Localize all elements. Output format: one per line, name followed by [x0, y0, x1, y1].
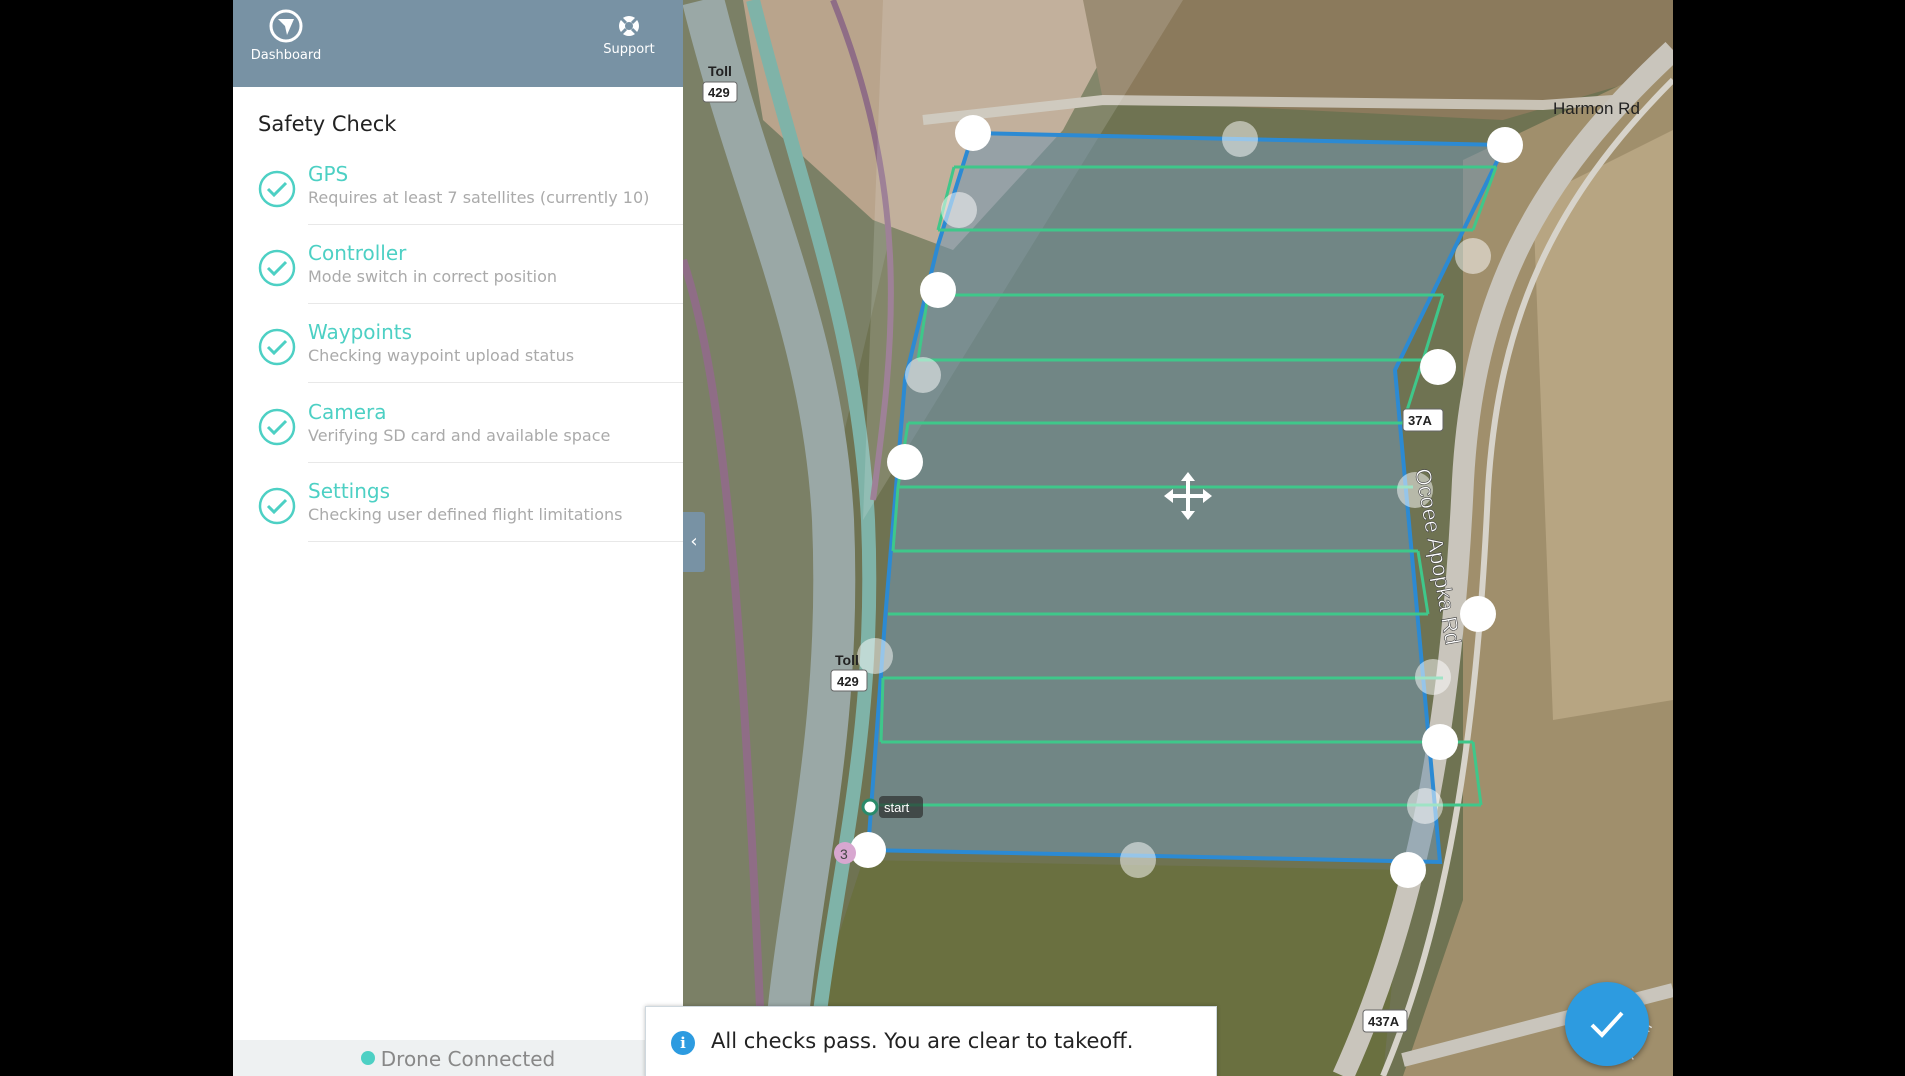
check-description: Checking user defined flight limitations — [308, 505, 623, 524]
vertex-handle — [887, 444, 923, 480]
route-429-top: 429 — [708, 85, 730, 100]
dashboard-icon — [269, 9, 303, 43]
vertex-handle — [1422, 724, 1458, 760]
check-circle-icon — [258, 487, 296, 525]
check-title: Waypoints — [308, 320, 413, 344]
route-429-bottom: 429 — [837, 674, 859, 689]
connection-status: Drone Connected — [233, 1047, 683, 1071]
map-canvas: start Harmon Rd Ocoee Apopka Rd Toll 429… — [683, 0, 1673, 1076]
route-37a-label: 37A — [1408, 413, 1432, 428]
check-description: Requires at least 7 satellites (currentl… — [308, 188, 650, 207]
dashboard-label: Dashboard — [250, 48, 322, 63]
check-circle-icon — [258, 249, 296, 287]
check-item-settings: Settings Checking user defined flight li… — [258, 479, 683, 558]
left-panel: Dashboard Support Safety Check GPS Requi… — [233, 0, 683, 1076]
vertex-handle — [920, 272, 956, 308]
connection-label: Drone Connected — [380, 1047, 556, 1071]
check-item-gps: GPS Requires at least 7 satellites (curr… — [258, 162, 683, 241]
start-marker-icon — [861, 798, 879, 816]
checkmark-icon — [1590, 1011, 1624, 1038]
safety-check-title: Safety Check — [258, 112, 397, 136]
vertex-handle — [1460, 596, 1496, 632]
check-circle-icon — [258, 408, 296, 446]
support-button[interactable]: Support — [584, 14, 674, 57]
check-description: Mode switch in correct position — [308, 267, 557, 286]
check-description: Verifying SD card and available space — [308, 426, 611, 445]
divider — [308, 303, 683, 304]
route-437a-label: 437A — [1368, 1014, 1400, 1029]
check-title: Camera — [308, 400, 387, 424]
check-description: Checking waypoint upload status — [308, 346, 575, 365]
midpoint-handle — [1120, 842, 1156, 878]
info-icon: i — [671, 1031, 695, 1055]
connection-status-bar: Drone Connected — [233, 1040, 683, 1076]
midpoint-handle — [1407, 788, 1443, 824]
midpoint-handle — [857, 638, 893, 674]
marker-3-label: 3 — [840, 846, 848, 862]
lifebuoy-icon — [619, 16, 639, 36]
harmon-road-label: Harmon Rd — [1553, 99, 1640, 118]
midpoint-handle — [1455, 238, 1491, 274]
check-title: GPS — [308, 162, 349, 186]
dashboard-button[interactable]: Dashboard — [241, 8, 331, 63]
midpoint-handle — [1222, 121, 1258, 157]
farm-field-light — [1533, 130, 1673, 720]
collapse-panel-button[interactable]: ‹ — [683, 512, 705, 572]
satellite-map[interactable]: start Harmon Rd Ocoee Apopka Rd Toll 429… — [683, 0, 1673, 1076]
toll-label-top: Toll — [708, 63, 732, 79]
vertex-handle — [955, 115, 991, 151]
divider — [308, 541, 683, 542]
start-label: start — [884, 800, 910, 815]
status-dot-icon — [360, 1051, 375, 1065]
confirm-takeoff-button[interactable] — [1565, 982, 1649, 1066]
support-label: Support — [603, 42, 655, 57]
divider — [308, 462, 683, 463]
vertex-handle — [1420, 349, 1456, 385]
vertex-handle — [1487, 127, 1523, 163]
midpoint-handle — [1415, 659, 1451, 695]
divider — [308, 224, 683, 225]
check-item-waypoints: Waypoints Checking waypoint upload statu… — [258, 320, 683, 399]
check-circle-icon — [258, 170, 296, 208]
midpoint-handle — [941, 192, 977, 228]
check-item-camera: Camera Verifying SD card and available s… — [258, 400, 683, 479]
check-circle-icon — [258, 328, 296, 366]
top-bar: Dashboard Support — [233, 0, 683, 87]
status-toast: i All checks pass. You are clear to take… — [645, 1006, 1217, 1076]
app-window: Dashboard Support Safety Check GPS Requi… — [233, 0, 1673, 1076]
toast-message: All checks pass. You are clear to takeof… — [711, 1029, 1134, 1053]
toll-label-bottom: Toll — [835, 652, 859, 668]
midpoint-handle — [905, 357, 941, 393]
vertex-handle — [1390, 852, 1426, 888]
check-title: Settings — [308, 479, 391, 503]
check-title: Controller — [308, 241, 407, 265]
check-item-controller: Controller Mode switch in correct positi… — [258, 241, 683, 320]
chevron-left-icon: ‹ — [690, 531, 698, 552]
divider — [308, 382, 683, 383]
